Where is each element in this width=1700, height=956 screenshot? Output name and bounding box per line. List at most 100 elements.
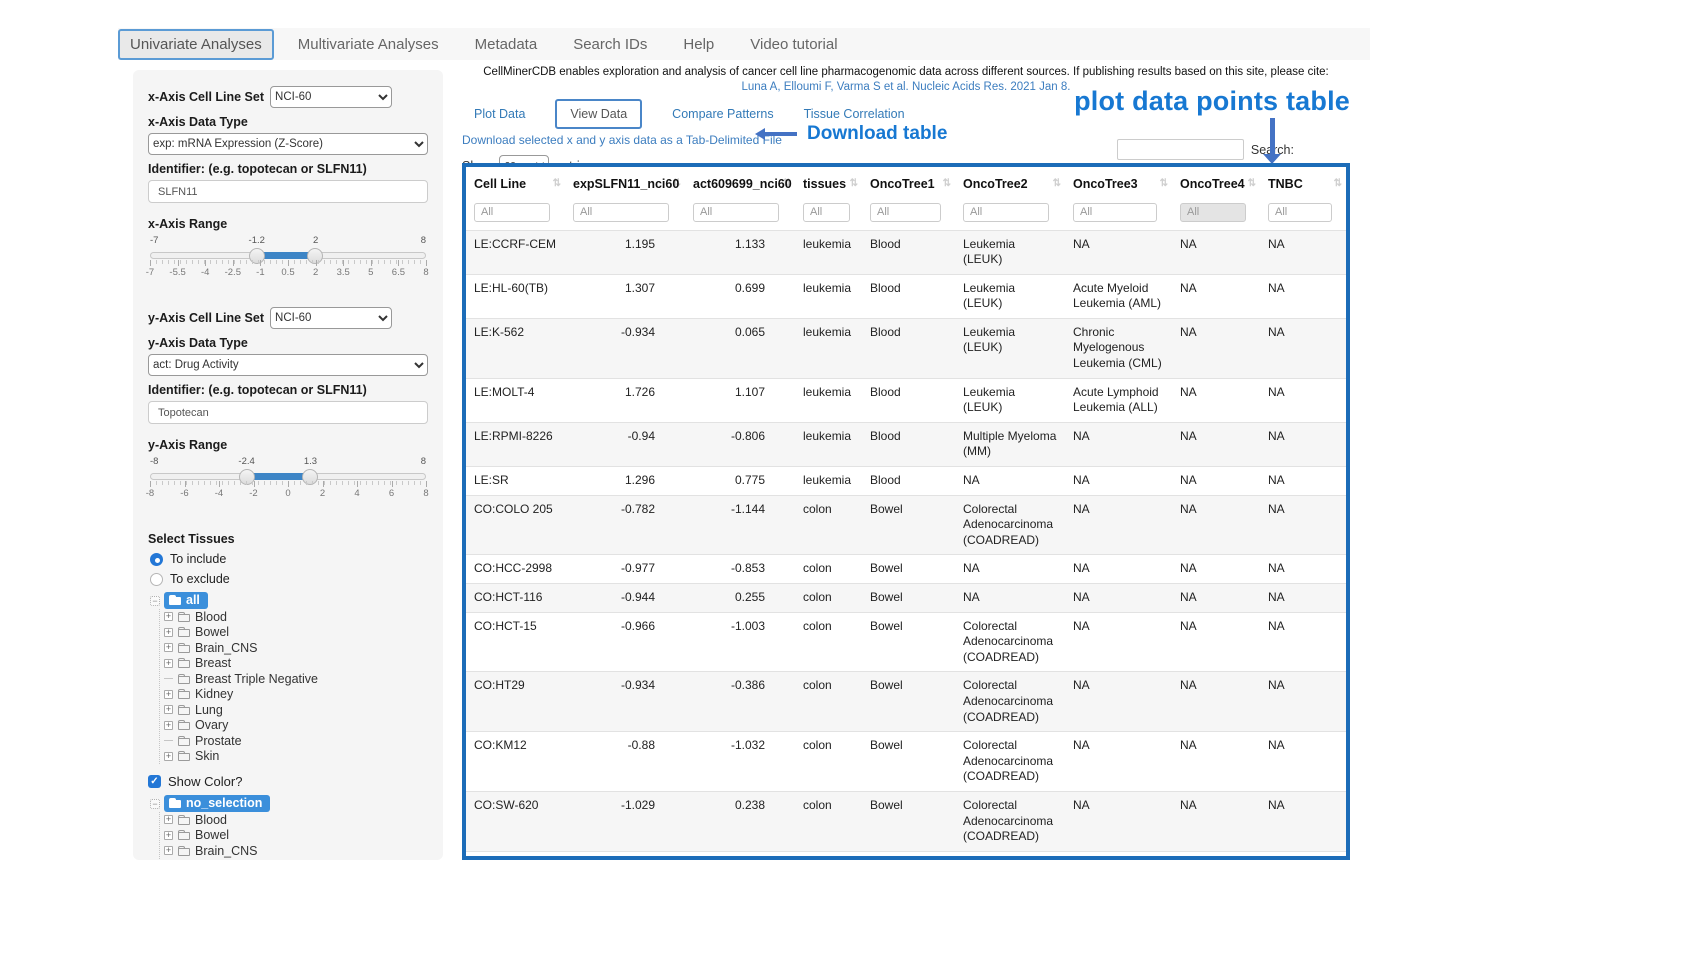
tree-node-kidney[interactable]: +Kidney (160, 687, 428, 703)
table-row-le-rpmi-8226[interactable]: LE:RPMI-8226-0.94-0.806leukemiaBloodMult… (466, 422, 1346, 466)
tree-root-all[interactable]: −all (150, 592, 428, 609)
y-identifier-input[interactable] (148, 401, 428, 424)
x-data-type-select[interactable]: exp: mRNA Expression (Z-Score) (148, 133, 428, 155)
expand-icon[interactable]: + (164, 612, 173, 621)
table-row-co-hcc-2998[interactable]: CO:HCC-2998-0.977-0.853colonBowelNANANAN… (466, 555, 1346, 584)
tab-plot-data[interactable]: Plot Data (474, 107, 525, 121)
sort-icon[interactable]: ⇅ (1053, 178, 1061, 189)
column-filter-tnbc[interactable] (1268, 203, 1332, 222)
column-header-cell-line[interactable]: ⇅Cell Line (466, 167, 565, 200)
column-header-tnbc[interactable]: ⇅TNBC (1260, 167, 1346, 200)
tree-node-brain-cns[interactable]: +Brain_CNS (160, 640, 428, 656)
table-row-co-colo-205[interactable]: CO:COLO 205-0.782-1.144colonBowelColorec… (466, 495, 1346, 555)
sort-icon[interactable]: ⇅ (1160, 178, 1168, 189)
column-header-expslfn11-nci60[interactable]: ⇅expSLFN11_nci60 (565, 167, 685, 200)
column-filter-expslfn11-nci60[interactable] (573, 203, 669, 222)
radio-to-exclude[interactable]: To exclude (150, 572, 428, 586)
tree-node-blood[interactable]: +Blood (160, 812, 428, 828)
expand-icon[interactable]: + (164, 752, 173, 761)
expand-icon[interactable]: + (164, 643, 173, 652)
sort-icon[interactable]: ⇅ (553, 178, 561, 189)
y-data-type-select[interactable]: act: Drug Activity (148, 354, 428, 376)
slider-track[interactable] (150, 252, 426, 259)
radio-include-icon[interactable] (150, 553, 163, 566)
tree-node-prostate[interactable]: Prostate (160, 733, 428, 749)
column-filter-tissues[interactable] (803, 203, 850, 222)
radio-exclude-icon[interactable] (150, 573, 163, 586)
tree-node-skin[interactable]: +Skin (160, 749, 428, 765)
expand-icon[interactable]: + (164, 815, 173, 824)
expand-icon[interactable]: + (164, 721, 173, 730)
tree-node-breast[interactable]: +Breast (160, 656, 428, 672)
column-header-act609699-nci60[interactable]: ⇅act609699_nci60 (685, 167, 795, 200)
table-row-co-hct-116[interactable]: CO:HCT-116-0.9440.255colonBowelNANANANA (466, 584, 1346, 613)
sort-icon[interactable]: ⇅ (850, 178, 858, 189)
expand-icon[interactable]: + (164, 628, 173, 637)
slider-track[interactable] (150, 473, 426, 480)
nav-item-search-ids[interactable]: Search IDs (561, 31, 659, 58)
sort-icon[interactable]: ⇅ (1248, 178, 1256, 189)
expand-icon[interactable]: + (164, 690, 173, 699)
tree-node-bowel[interactable]: +Bowel (160, 625, 428, 641)
column-filter-oncotree1[interactable] (870, 203, 941, 222)
column-filter-oncotree4[interactable] (1180, 203, 1246, 222)
tree-node-bowel[interactable]: +Bowel (160, 828, 428, 844)
y-range-slider[interactable]: -8-2.41.38-8-6-4-202468 (150, 456, 426, 514)
tree-node-label: Blood (195, 610, 227, 624)
sort-icon[interactable]: ⇅ (943, 178, 951, 189)
x-range-slider[interactable]: -7-1.228-7-5.5-4-2.5-10.523.556.58 (150, 235, 426, 293)
tab-tissue-correlation[interactable]: Tissue Correlation (804, 107, 905, 121)
x-identifier-input[interactable] (148, 180, 428, 203)
table-row-le-sr[interactable]: LE:SR1.2960.775leukemiaBloodNANANANA (466, 467, 1346, 496)
column-filter-cell-line[interactable] (474, 203, 550, 222)
tree-collapse-icon[interactable]: − (150, 596, 160, 606)
tree-node-blood[interactable]: + Blood (160, 609, 428, 625)
sidebar-panel: x-Axis Cell Line Set NCI-60 x-Axis Data … (133, 70, 443, 860)
table-row-le-hl-60-tb[interactable]: LE:HL-60(TB)1.3070.699leukemiaBloodLeuke… (466, 274, 1346, 318)
tree-root-no-selection[interactable]: −no_selection (150, 795, 428, 812)
column-filter-act609699-nci60[interactable] (693, 203, 779, 222)
table-row-co-km12[interactable]: CO:KM12-0.88-1.032colonBowelColorectal A… (466, 732, 1346, 792)
tree-collapse-icon[interactable]: − (150, 799, 160, 809)
y-cell-line-set-select[interactable]: NCI-60 (270, 307, 392, 329)
nav-item-univariate-analyses[interactable]: Univariate Analyses (118, 29, 274, 60)
tab-compare-patterns[interactable]: Compare Patterns (672, 107, 773, 121)
cell-oncotree2: Leukemia (LEUK) (955, 378, 1065, 422)
expand-icon[interactable]: + (164, 846, 173, 855)
table-row-le-ccrf-cem[interactable]: LE:CCRF-CEM1.1951.133leukemiaBloodLeukem… (466, 230, 1346, 274)
table-row-cns-sf-268[interactable]: CNS:SF-2681.8630.958central nervous syst… (466, 851, 1346, 860)
cell-tnbc: NA (1260, 274, 1346, 318)
column-header-oncotree2[interactable]: ⇅OncoTree2 (955, 167, 1065, 200)
tree-node-lung[interactable]: +Lung (160, 702, 428, 718)
tree-node-brain-cns[interactable]: +Brain_CNS (160, 843, 428, 859)
nav-item-metadata[interactable]: Metadata (463, 31, 550, 58)
expand-icon[interactable]: + (164, 705, 173, 714)
folder-icon (178, 614, 190, 622)
tree-node-breast-triple-negative[interactable]: Breast Triple Negative (160, 671, 428, 687)
table-row-co-ht29[interactable]: CO:HT29-0.934-0.386colonBowelColorectal … (466, 672, 1346, 732)
column-header-oncotree1[interactable]: ⇅OncoTree1 (862, 167, 955, 200)
table-row-le-molt-4[interactable]: LE:MOLT-41.7261.107leukemiaBloodLeukemia… (466, 378, 1346, 422)
nav-item-multivariate-analyses[interactable]: Multivariate Analyses (286, 31, 451, 58)
download-tab-delimited-link[interactable]: Download selected x and y axis data as a… (462, 133, 782, 147)
table-row-le-k-562[interactable]: LE:K-562-0.9340.065leukemiaBloodLeukemia… (466, 318, 1346, 378)
column-header-oncotree3[interactable]: ⇅OncoTree3 (1065, 167, 1172, 200)
nav-item-help[interactable]: Help (671, 31, 726, 58)
show-color-row[interactable]: ✓ Show Color? (148, 774, 428, 789)
x-cell-line-set-select[interactable]: NCI-60 (270, 86, 392, 108)
column-header-tissues[interactable]: ⇅tissues (795, 167, 862, 200)
column-filter-oncotree3[interactable] (1073, 203, 1157, 222)
show-color-checkbox[interactable]: ✓ (148, 775, 161, 788)
expand-icon[interactable]: + (164, 659, 173, 668)
tree-node-ovary[interactable]: +Ovary (160, 718, 428, 734)
table-row-co-hct-15[interactable]: CO:HCT-15-0.966-1.003colonBowelColorecta… (466, 612, 1346, 672)
table-row-co-sw-620[interactable]: CO:SW-620-1.0290.238colonBowelColorectal… (466, 791, 1346, 851)
radio-to-include[interactable]: To include (150, 552, 428, 566)
column-filter-oncotree2[interactable] (963, 203, 1049, 222)
nav-item-video-tutorial[interactable]: Video tutorial (738, 31, 849, 58)
tree-node-breast[interactable]: +Breast (160, 859, 428, 861)
column-header-oncotree4[interactable]: ⇅OncoTree4 (1172, 167, 1260, 200)
sort-icon[interactable]: ⇅ (1334, 178, 1342, 189)
expand-icon[interactable]: + (164, 831, 173, 840)
search-input[interactable] (1117, 139, 1244, 160)
